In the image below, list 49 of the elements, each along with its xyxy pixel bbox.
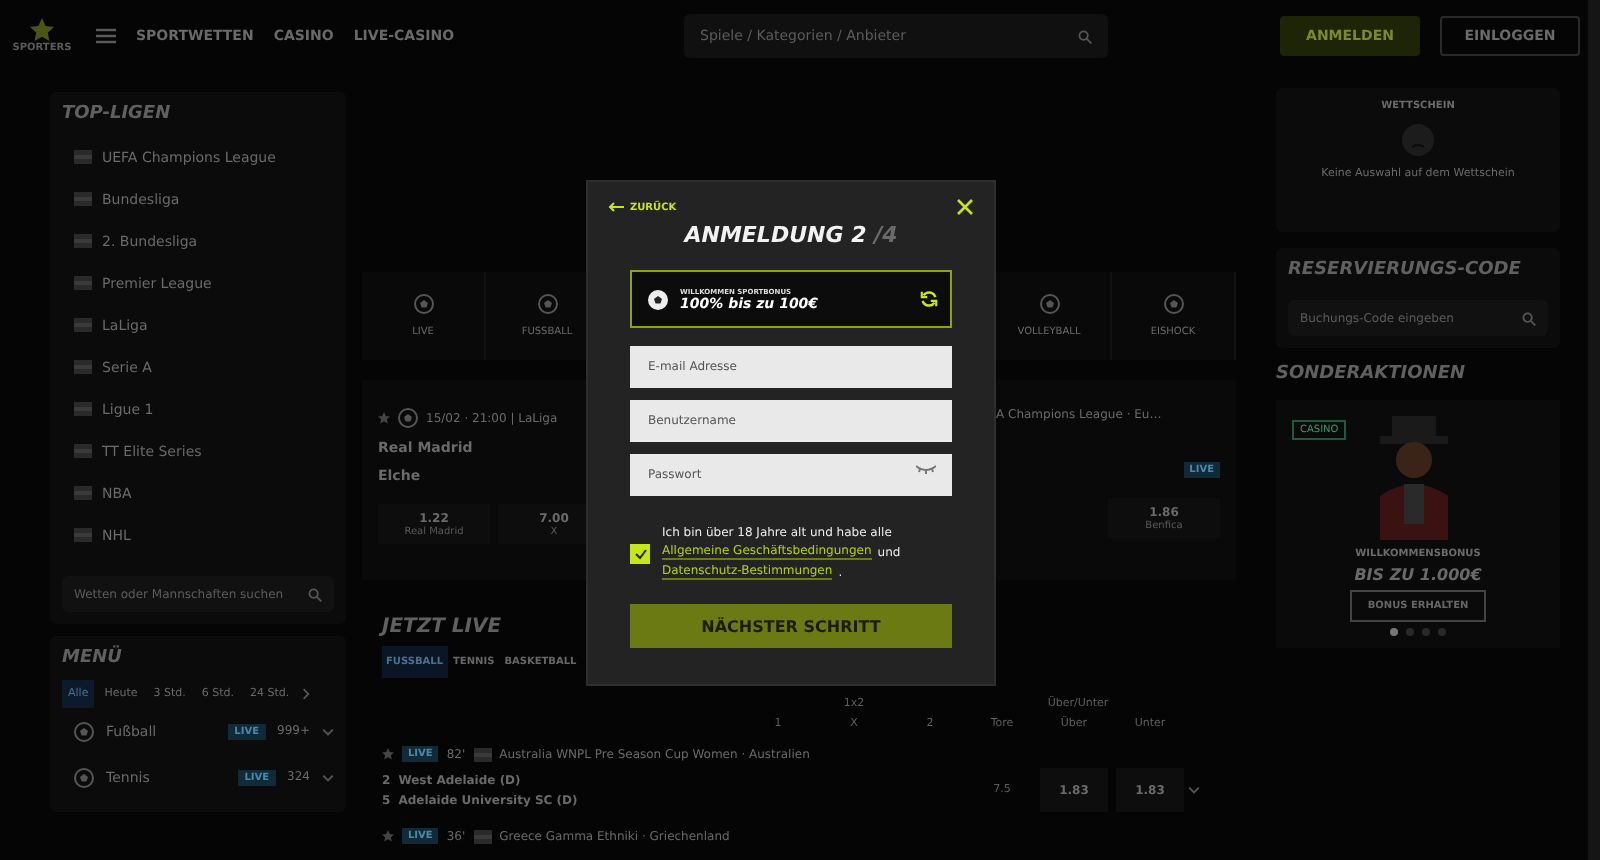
carousel-dot[interactable]: [1438, 628, 1446, 636]
flag-icon: [74, 192, 92, 206]
ball-icon: [648, 289, 668, 309]
next-step-button[interactable]: NÄCHSTER SCHRITT: [630, 604, 952, 648]
dialog-title: ANMELDUNG 2 /4: [681, 222, 900, 248]
flag-icon: [74, 402, 92, 416]
carousel-dot[interactable]: [1390, 628, 1398, 636]
refresh-icon[interactable]: [920, 290, 938, 308]
ball-icon: [413, 294, 433, 314]
flag-icon: [74, 528, 92, 542]
flag-icon: [74, 360, 92, 374]
search-icon[interactable]: [1522, 311, 1536, 325]
promo-headline: BIS ZU 1.000€: [1354, 566, 1482, 584]
flag-icon: [473, 747, 492, 761]
flag-icon: [74, 318, 92, 332]
ball-icon: [1039, 294, 1059, 314]
flag-icon: [74, 276, 92, 290]
star-icon[interactable]: [378, 412, 390, 424]
flag-icon: [74, 444, 92, 458]
flag-icon: [74, 486, 92, 500]
carousel-dot[interactable]: [1406, 628, 1414, 636]
panel-title: TOP-LIGEN: [62, 104, 173, 124]
section-title: SONDERAKTIONEN: [1276, 364, 1466, 384]
flag-icon: [74, 150, 92, 164]
star-icon[interactable]: [382, 830, 394, 842]
search-icon[interactable]: [1078, 29, 1093, 43]
ball-icon: [74, 767, 94, 787]
logo-star-icon: [28, 18, 56, 42]
arrow-left-icon: [608, 202, 624, 212]
flag-icon: [473, 829, 492, 843]
ball-icon: [74, 721, 94, 741]
carousel-dot[interactable]: [1422, 628, 1430, 636]
close-button[interactable]: [956, 198, 974, 216]
ball-icon: [537, 294, 557, 314]
chevron-down-icon[interactable]: [1188, 784, 1200, 796]
chevron-down-icon[interactable]: [322, 771, 334, 783]
menu-icon[interactable]: [96, 28, 116, 44]
star-icon[interactable]: [382, 748, 394, 760]
eye-closed-icon[interactable]: [916, 464, 936, 474]
chevron-right-icon[interactable]: [299, 688, 312, 700]
ball-icon: [398, 408, 418, 428]
consent-checkbox[interactable]: [630, 543, 650, 563]
flag-icon: [74, 234, 92, 248]
search-icon[interactable]: [308, 587, 322, 601]
section-title: JETZT LIVE: [382, 616, 502, 638]
panel-title: MENÜ: [62, 648, 124, 668]
ball-icon: [1163, 294, 1183, 314]
panel-title: RESERVIERUNGS-CODE: [1288, 260, 1523, 280]
chevron-down-icon[interactable]: [322, 725, 334, 737]
